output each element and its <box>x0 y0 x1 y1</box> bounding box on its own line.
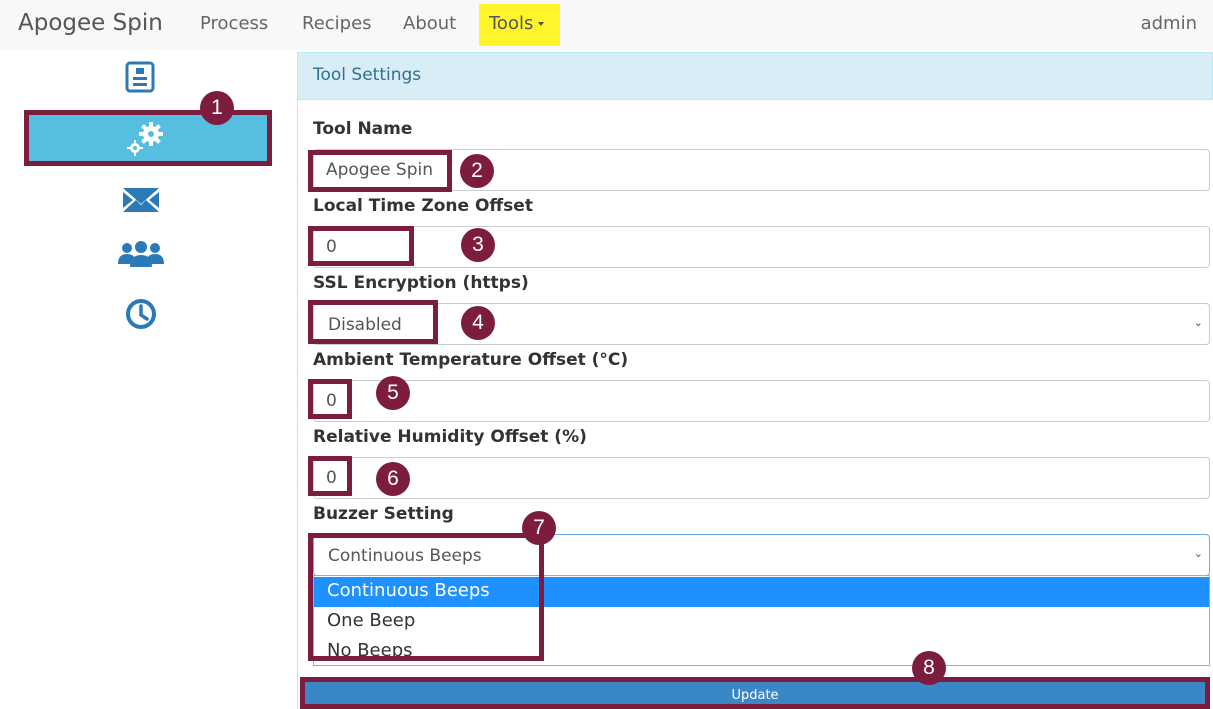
envelope-icon[interactable] <box>123 186 159 214</box>
chevron-down-icon: ⌄ <box>1193 316 1203 329</box>
highlight-box <box>308 300 438 344</box>
ambient-temp-input[interactable]: 0 <box>313 380 1210 422</box>
step-marker: 8 <box>912 651 946 685</box>
nav-process[interactable]: Process <box>200 13 268 34</box>
gears-icon <box>127 122 163 156</box>
step-marker: 6 <box>376 462 410 496</box>
tz-offset-label: Local Time Zone Offset <box>313 196 533 216</box>
tool-name-label: Tool Name <box>313 119 413 139</box>
nav-recipes[interactable]: Recipes <box>302 13 372 34</box>
buzzer-label: Buzzer Setting <box>313 504 454 524</box>
step-marker: 2 <box>460 154 494 188</box>
brand-link[interactable]: Apogee Spin <box>18 10 163 36</box>
step-marker: 1 <box>200 91 234 125</box>
clock-icon[interactable] <box>125 298 157 330</box>
document-icon[interactable] <box>125 61 155 93</box>
step-marker: 4 <box>461 306 495 340</box>
tz-offset-input[interactable]: 0 <box>313 226 1210 268</box>
step-marker: 7 <box>522 511 556 545</box>
ssl-label: SSL Encryption (https) <box>313 273 529 293</box>
user-menu[interactable]: admin <box>1141 13 1197 34</box>
highlight-box <box>308 456 352 496</box>
step-marker: 3 <box>461 228 495 262</box>
panel-title: Tool Settings <box>297 52 1213 100</box>
nav-tools-dropdown[interactable]: Tools <box>479 4 560 46</box>
nav-about[interactable]: About <box>403 13 456 34</box>
humidity-label: Relative Humidity Offset (%) <box>313 427 587 447</box>
ssl-select[interactable]: Disabled ⌄ <box>313 303 1210 345</box>
highlight-box <box>308 533 544 661</box>
caret-down-icon <box>538 22 545 26</box>
step-marker: 5 <box>376 376 410 410</box>
highlight-box <box>308 150 452 192</box>
update-button[interactable]: Update <box>300 677 1210 709</box>
nav-tools-label: Tools <box>489 13 534 34</box>
users-icon[interactable] <box>118 240 164 268</box>
highlight-box <box>308 379 352 419</box>
humidity-input[interactable]: 0 <box>313 457 1210 499</box>
top-navbar: Apogee Spin Process Recipes About Tools … <box>0 0 1213 50</box>
ambient-temp-label: Ambient Temperature Offset (°C) <box>313 350 629 370</box>
sidebar-item-settings[interactable] <box>24 110 272 166</box>
chevron-down-icon: ⌄ <box>1193 547 1203 560</box>
highlight-box <box>308 226 414 266</box>
